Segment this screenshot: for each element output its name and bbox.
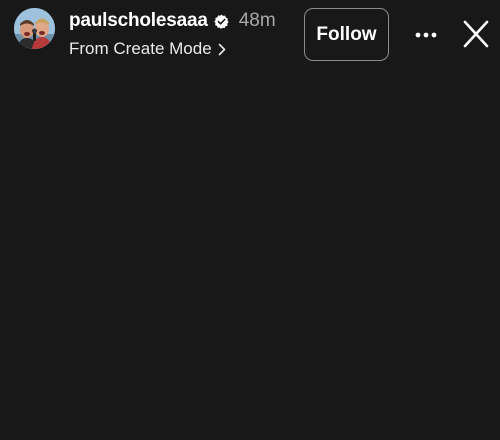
user-avatar[interactable] [14,8,55,49]
avatar-image [14,8,55,49]
verified-badge-icon [214,14,229,29]
follow-button[interactable]: Follow [304,8,389,61]
create-mode-link[interactable]: From Create Mode [69,37,226,61]
story-header: paulscholesaaa 48m From Create Mode Foll… [0,0,500,70]
create-mode-label: From Create Mode [69,39,212,58]
more-options-icon[interactable] [408,20,444,50]
post-timestamp: 48m [238,10,276,31]
username[interactable]: paulscholesaaa [69,10,208,32]
story-content-area[interactable] [0,70,500,440]
chevron-right-icon [218,43,226,56]
close-icon[interactable] [458,16,494,52]
user-line: paulscholesaaa 48m [69,8,276,34]
